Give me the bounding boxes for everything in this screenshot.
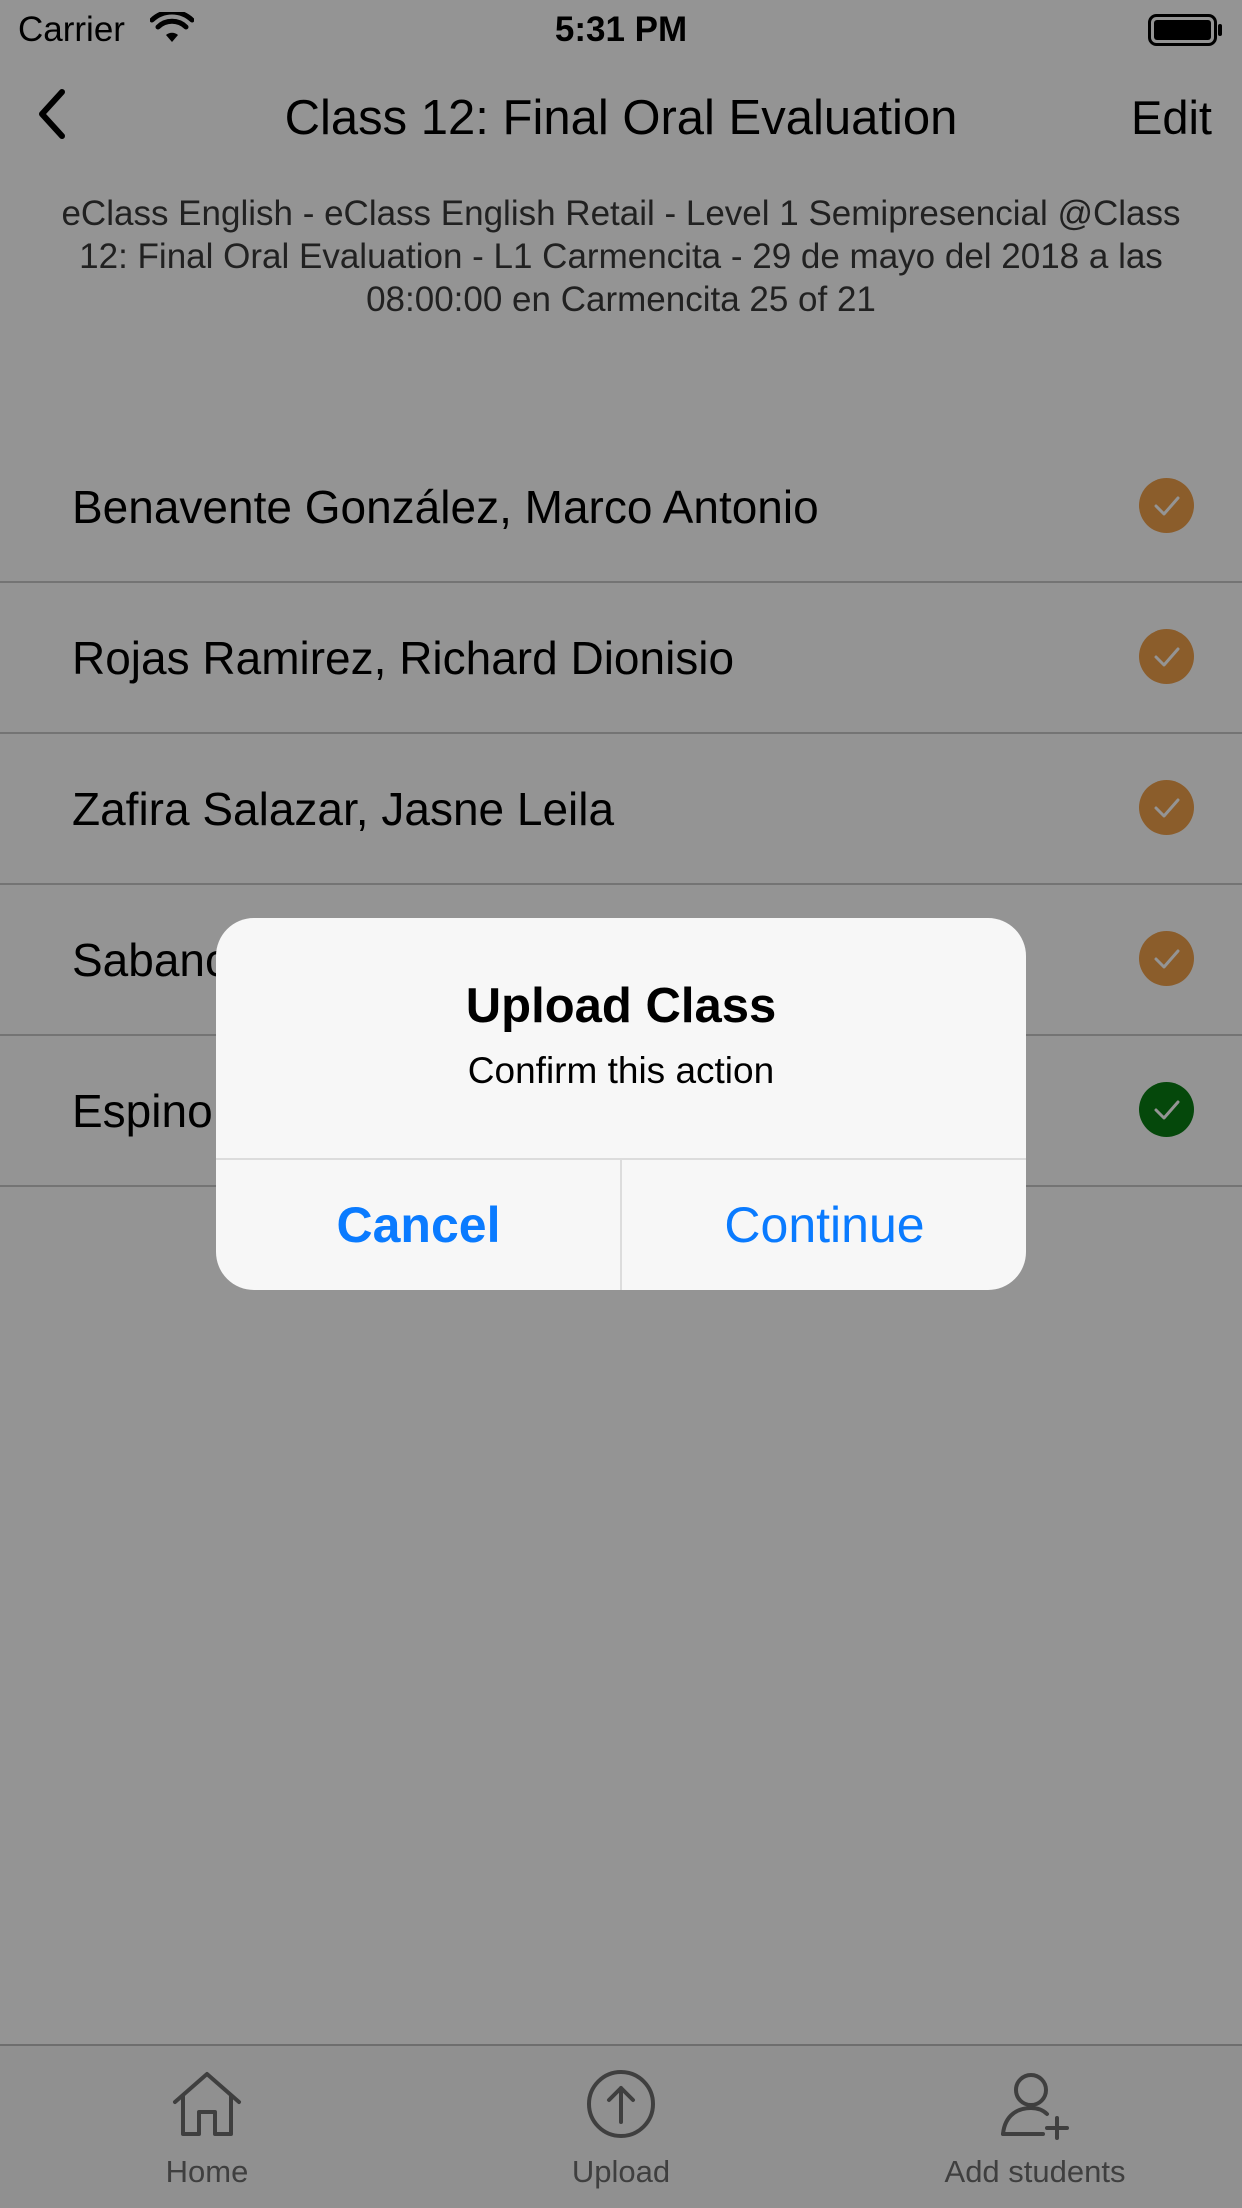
alert-message: Confirm this action [467, 1050, 775, 1091]
continue-button[interactable]: Continue [622, 1160, 1026, 1290]
screen: Carrier 5:31 PM Class 12: Final Oral Eva… [0, 0, 1242, 2208]
cancel-button[interactable]: Cancel [216, 1160, 621, 1290]
alert-title: Upload Class [465, 979, 777, 1033]
upload-class-alert: Upload Class Confirm this action Cancel … [216, 918, 1026, 1290]
